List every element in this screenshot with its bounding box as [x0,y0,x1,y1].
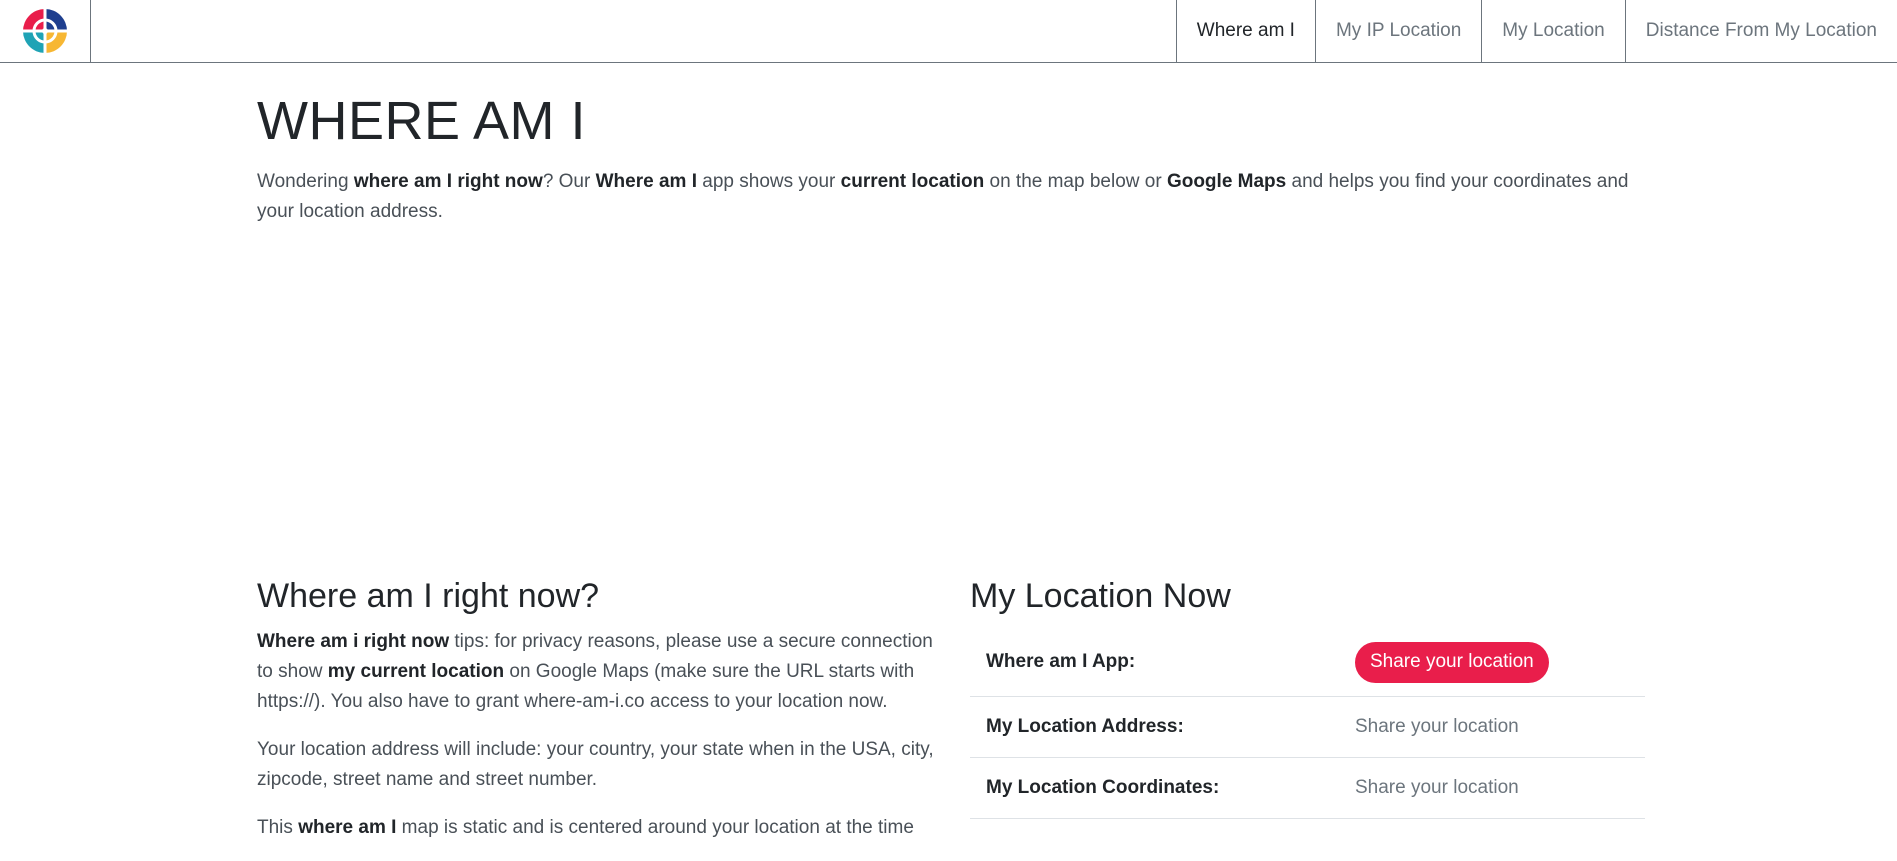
row-value: Share your location [1355,641,1549,683]
section-heading: Where am I right now? [257,577,600,615]
intro-bold: Where am I [595,171,697,192]
row-value: Share your location [1355,776,1519,798]
nav-where-am-i[interactable]: Where am I [1175,0,1315,62]
my-location-section: My Location Now Where am I App: Share yo… [970,576,1645,819]
map-paragraph: This where am I map is static and is cen… [257,813,937,843]
row-label: Where am I App: [986,651,1136,673]
intro-text: Wondering [257,171,354,192]
table-row: My Location Address: Share your location [970,697,1645,758]
main-nav: Where am I My IP Location My Location Di… [1175,0,1897,62]
map-bold: where am I [298,816,397,838]
nav-my-location[interactable]: My Location [1481,0,1624,62]
tips-bold: Where am i right now [257,630,450,652]
map-text: This [257,816,299,838]
page-title: WHERE AM I [257,91,587,151]
intro-text: on the map below or [984,171,1167,192]
address-paragraph: Your location address will include: your… [257,738,934,790]
nav-distance-from-my-location[interactable]: Distance From My Location [1624,0,1897,62]
intro-bold: where am I right now [353,171,543,192]
intro-text: app shows your [697,171,841,192]
map-placeholder [257,243,1645,573]
row-label: My Location Address: [986,715,1184,737]
nav-my-ip-location[interactable]: My IP Location [1314,0,1481,62]
intro-text: ? Our [542,171,596,192]
where-am-i-section: Where am I right now? Where am i right n… [257,576,937,861]
map-text: map is static and is centered around you… [396,816,914,838]
intro-paragraph: Wondering where am I right now? Our Wher… [257,167,1645,227]
share-location-button[interactable]: Share your location [1355,641,1549,683]
tips-paragraph: Where am i right now tips: for privacy r… [257,627,937,717]
section-heading: My Location Now [970,577,1231,615]
row-label: My Location Coordinates: [986,776,1220,798]
intro-bold: Google Maps [1166,171,1287,192]
tips-bold: my current location [327,660,505,682]
logo-icon [23,9,67,53]
top-navbar: Where am I My IP Location My Location Di… [0,0,1897,63]
row-value: Share your location [1355,715,1519,737]
table-row: My Location Coordinates: Share your loca… [970,758,1645,819]
intro-bold: current location [840,171,985,192]
location-table: Where am I App: Share your location My L… [970,629,1645,819]
logo-link[interactable] [0,0,91,62]
table-row: Where am I App: Share your location [970,629,1645,697]
